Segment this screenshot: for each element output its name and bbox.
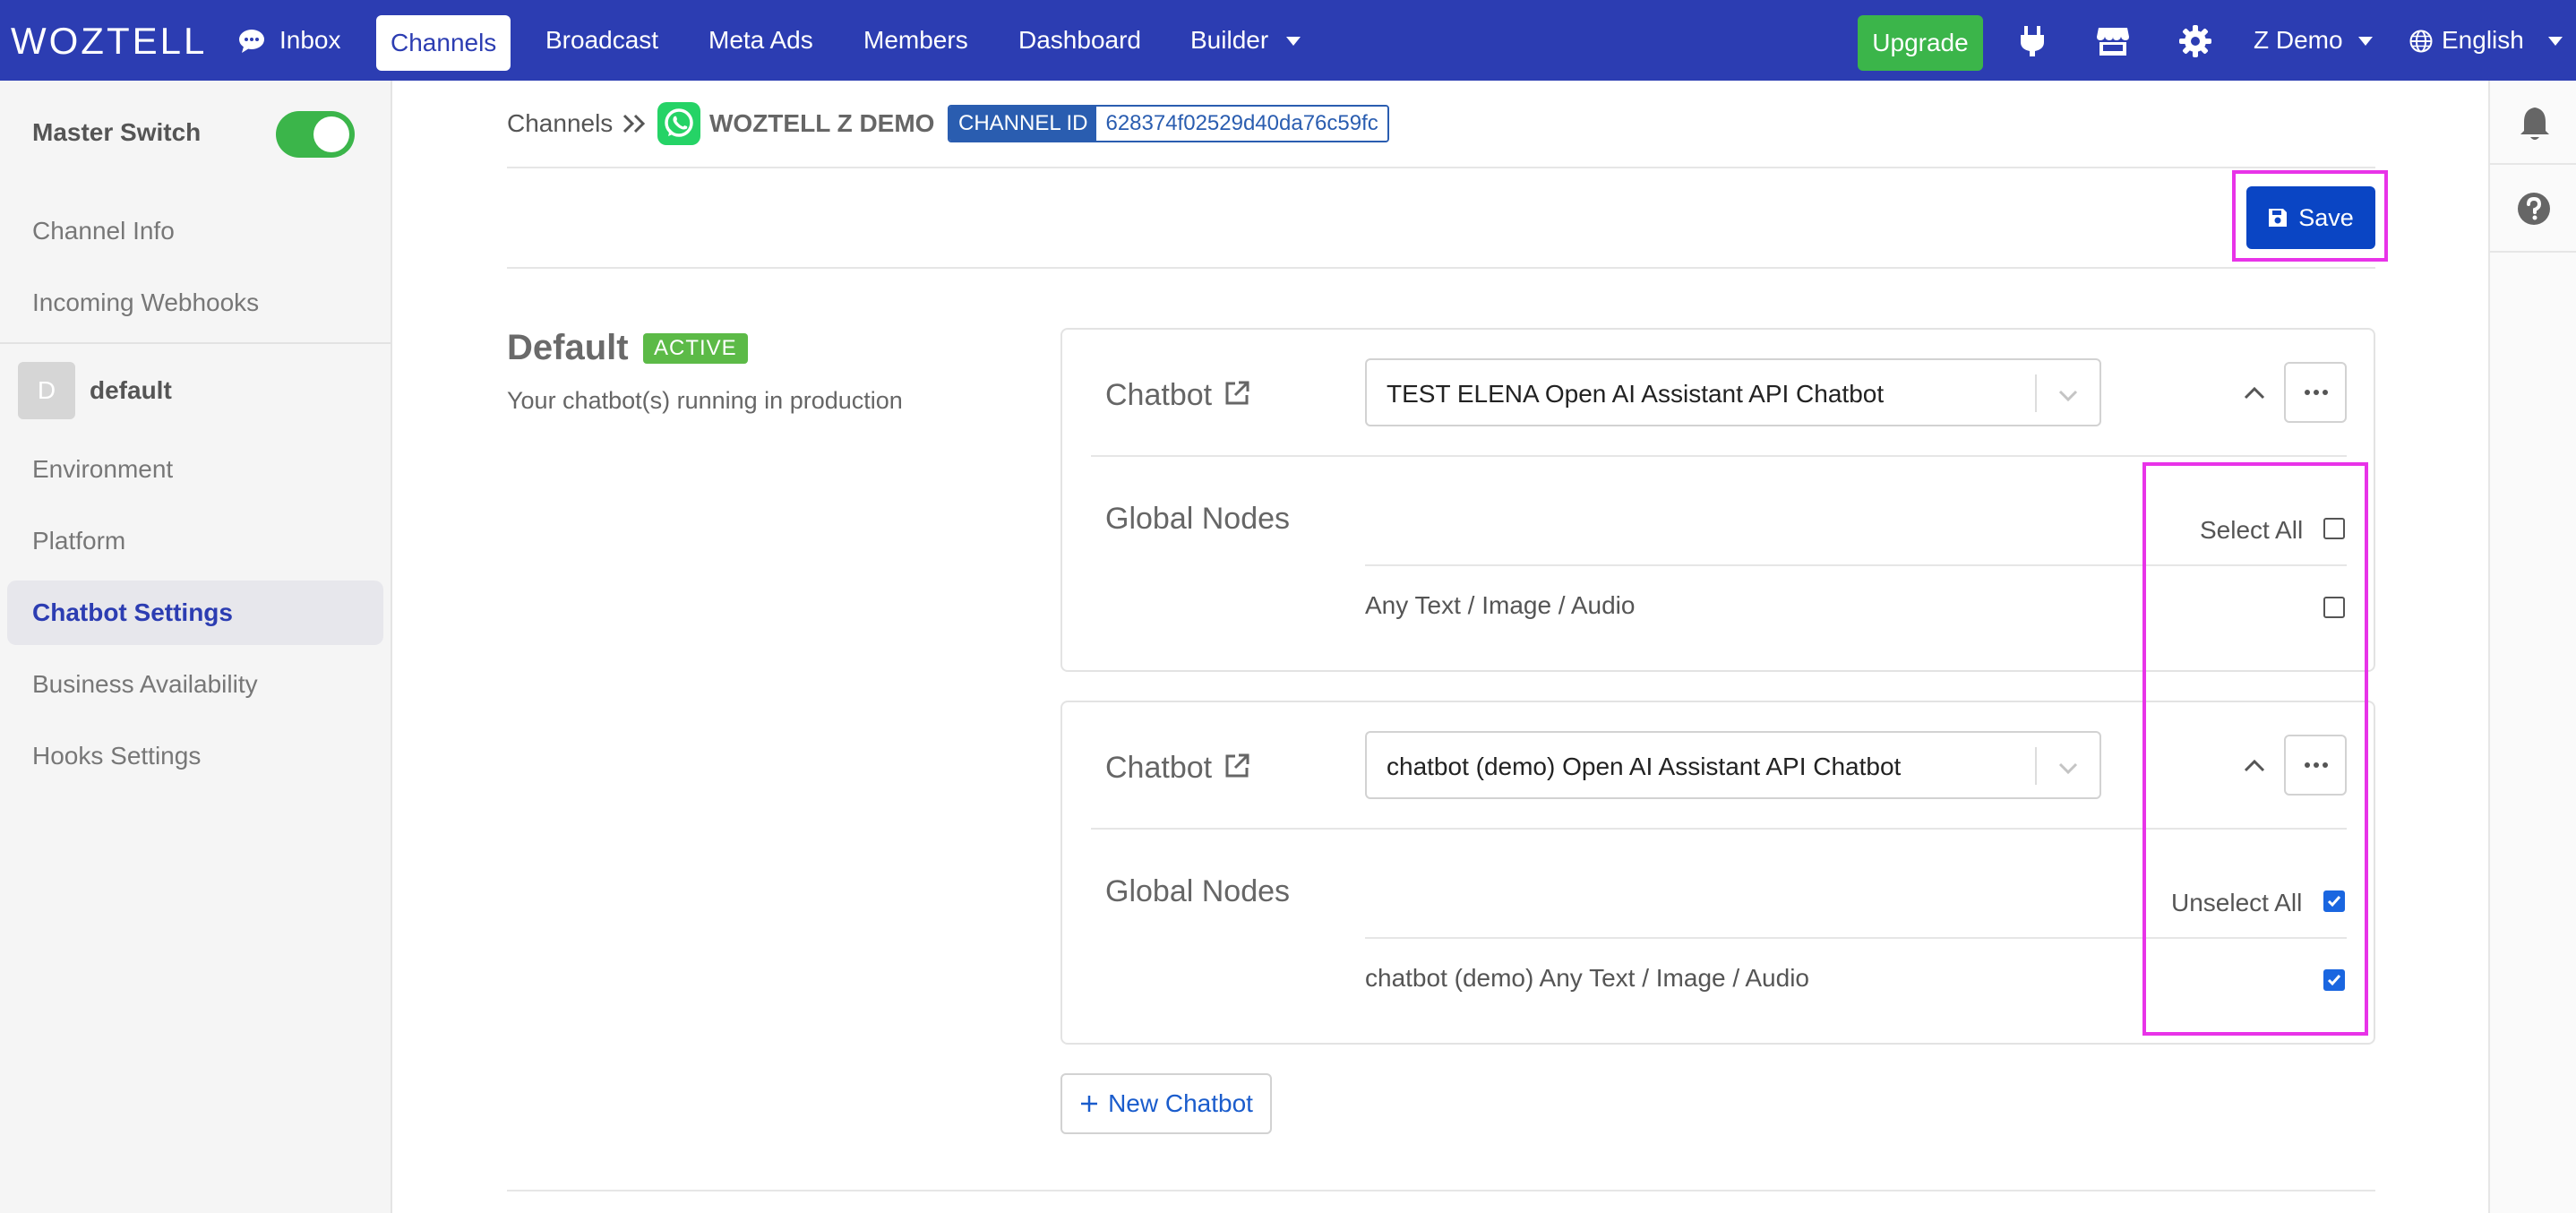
- card-divider: [1091, 455, 2347, 457]
- nav-dashboard[interactable]: Dashboard: [1018, 0, 1141, 81]
- sidebar-item-chatbot-settings[interactable]: Chatbot Settings: [32, 598, 233, 627]
- whatsapp-icon: [657, 102, 700, 145]
- channel-id-value: 628374f02529d40da76c59fc: [1096, 107, 1387, 141]
- checkbox-highlight-box: [2142, 462, 2368, 1036]
- sidebar-item-environment[interactable]: Environment: [32, 455, 173, 484]
- upgrade-button[interactable]: Upgrade: [1858, 15, 1983, 71]
- nav-meta-ads[interactable]: Meta Ads: [708, 0, 813, 81]
- sidebar-item-channel-info[interactable]: Channel Info: [32, 217, 175, 245]
- rail-divider: [2490, 251, 2576, 253]
- language-menu[interactable]: English: [2409, 0, 2563, 81]
- rail-divider: [2490, 163, 2576, 165]
- user-name: Z Demo: [2254, 26, 2343, 54]
- globe-icon: [2409, 30, 2433, 53]
- chatbot-select[interactable]: TEST ELENA Open AI Assistant API Chatbot: [1365, 358, 2101, 426]
- plug-icon[interactable]: [2015, 24, 2049, 58]
- caret-down-icon: [2358, 37, 2373, 46]
- nav-members[interactable]: Members: [863, 0, 968, 81]
- toolbar-divider: [507, 267, 2375, 269]
- sidebar-item-business-availability[interactable]: Business Availability: [32, 670, 258, 699]
- global-nodes-label: Global Nodes: [1105, 874, 1291, 908]
- nav-builder-label: Builder: [1190, 26, 1269, 54]
- nav-inbox[interactable]: Inbox: [238, 0, 341, 81]
- nav-channels[interactable]: Channels: [376, 15, 511, 71]
- new-chatbot-label: New Chatbot: [1108, 1089, 1253, 1117]
- select-separator: [2035, 747, 2037, 785]
- help-icon[interactable]: [2517, 192, 2551, 226]
- global-node-label: Any Text / Image / Audio: [1365, 591, 1636, 619]
- sidebar-divider: [0, 342, 391, 344]
- footer-divider: [507, 1190, 2375, 1191]
- section-title: Default: [507, 328, 629, 367]
- new-chatbot-button[interactable]: New Chatbot: [1060, 1073, 1272, 1134]
- ellipsis-icon: [2305, 390, 2328, 395]
- brand-logo[interactable]: WOZTELL: [11, 22, 207, 60]
- channel-name: WOZTELL Z DEMO: [709, 109, 935, 137]
- master-switch-toggle[interactable]: [276, 111, 355, 158]
- top-navbar: WOZTELL Inbox Channels Broadcast Meta Ad…: [0, 0, 2576, 81]
- sidebar-item-hooks-settings[interactable]: Hooks Settings: [32, 742, 201, 770]
- floppy-disk-icon: [2269, 209, 2288, 227]
- external-link-icon[interactable]: [1224, 380, 1250, 407]
- environment-name: default: [90, 376, 172, 404]
- language-label: English: [2442, 26, 2524, 54]
- caret-down-icon: [2548, 37, 2563, 46]
- save-button[interactable]: Save: [2246, 186, 2375, 249]
- section-description: Your chatbot(s) running in production: [507, 387, 903, 414]
- chatbot-label: Chatbot: [1105, 378, 1213, 412]
- header-divider: [507, 167, 2375, 168]
- sidebar-item-incoming-webhooks[interactable]: Incoming Webhooks: [32, 288, 259, 317]
- double-chevron-right-icon: [623, 114, 646, 133]
- channel-id-badge: CHANNEL ID 628374f02529d40da76c59fc: [948, 105, 1389, 142]
- chevron-down-icon: [2058, 762, 2078, 775]
- nav-builder[interactable]: Builder: [1190, 0, 1301, 81]
- more-options-button[interactable]: [2284, 362, 2347, 423]
- global-nodes-label: Global Nodes: [1105, 502, 1291, 536]
- chatbot-select[interactable]: chatbot (demo) Open AI Assistant API Cha…: [1365, 731, 2101, 799]
- right-rail: [2488, 81, 2576, 1213]
- store-icon[interactable]: [2096, 24, 2130, 58]
- bell-icon[interactable]: [2519, 106, 2551, 142]
- gear-icon[interactable]: [2178, 24, 2212, 58]
- chevron-down-icon: [2058, 390, 2078, 402]
- status-badge: ACTIVE: [643, 333, 748, 364]
- caret-down-icon: [1286, 37, 1301, 46]
- sidebar-item-platform[interactable]: Platform: [32, 527, 125, 555]
- plus-icon: [1081, 1096, 1098, 1112]
- channel-id-label: CHANNEL ID: [949, 107, 1097, 141]
- chat-icon: [239, 30, 264, 53]
- toggle-knob: [313, 116, 349, 152]
- user-menu[interactable]: Z Demo: [2254, 0, 2373, 81]
- nav-broadcast[interactable]: Broadcast: [545, 0, 658, 81]
- chatbot-select-value: chatbot (demo) Open AI Assistant API Cha…: [1387, 753, 1902, 780]
- breadcrumb-channels[interactable]: Channels: [507, 106, 613, 142]
- global-node-label: chatbot (demo) Any Text / Image / Audio: [1365, 964, 1809, 992]
- sidebar: [0, 81, 392, 1213]
- chevron-up-icon[interactable]: [2241, 380, 2268, 407]
- external-link-icon[interactable]: [1224, 753, 1250, 779]
- nav-inbox-label: Inbox: [279, 26, 341, 54]
- chatbot-label: Chatbot: [1105, 751, 1213, 785]
- master-switch-label: Master Switch: [32, 118, 202, 146]
- environment-avatar: D: [18, 362, 75, 419]
- select-separator: [2035, 374, 2037, 412]
- save-button-label: Save: [2298, 203, 2354, 231]
- chatbot-select-value: TEST ELENA Open AI Assistant API Chatbot: [1387, 380, 1885, 408]
